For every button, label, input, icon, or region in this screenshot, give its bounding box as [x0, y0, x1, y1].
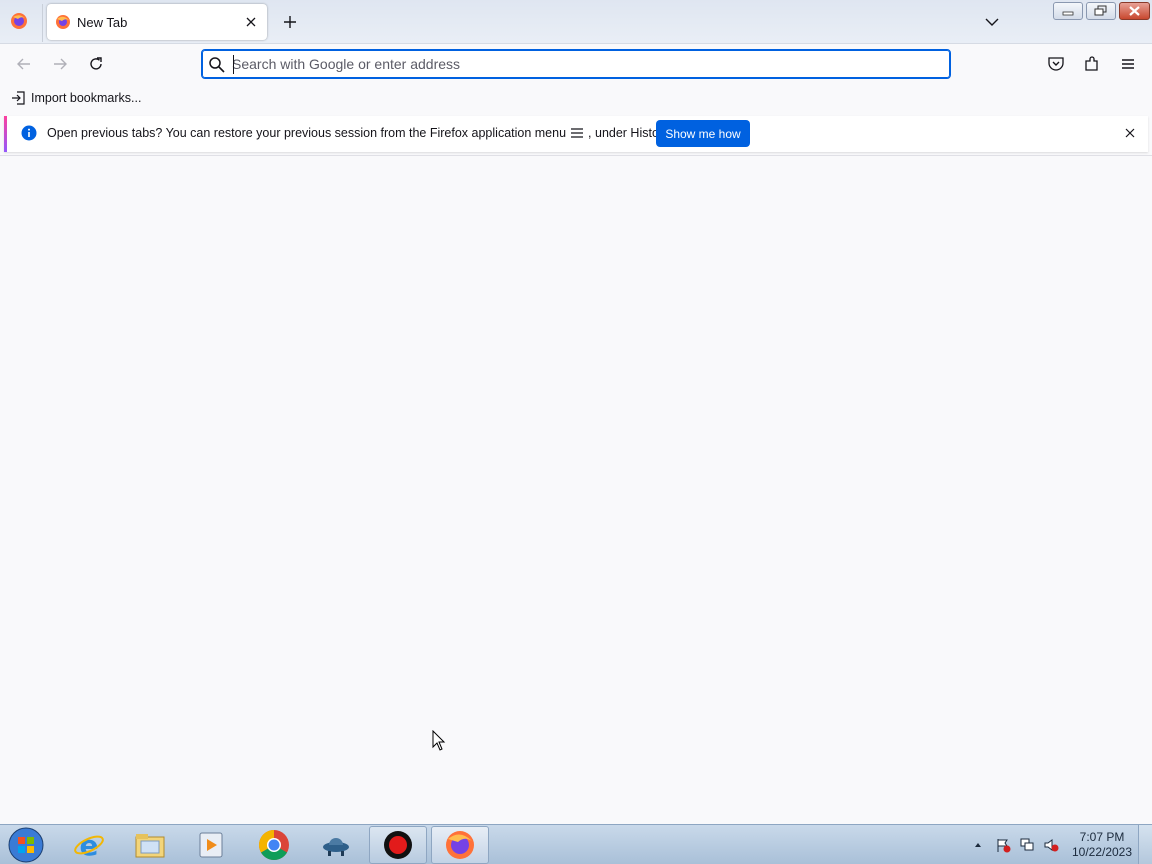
taskbar-recorder[interactable]	[369, 826, 427, 864]
app-menu-hamburger-icon	[571, 128, 584, 138]
taskbar-chrome[interactable]	[245, 826, 303, 864]
forward-arrow-icon[interactable]	[50, 54, 70, 74]
action-center-flag-icon[interactable]	[995, 837, 1011, 853]
show-me-how-button[interactable]: Show me how	[656, 120, 750, 147]
tab-new-tab[interactable]: New Tab	[47, 4, 267, 40]
reload-icon[interactable]	[86, 54, 106, 74]
close-window-icon	[1129, 6, 1140, 16]
close-tab-icon[interactable]	[241, 12, 261, 32]
session-restore-notification: Open previous tabs? You can restore your…	[4, 116, 1148, 152]
svg-text:e: e	[80, 829, 99, 861]
close-window-button[interactable]	[1119, 2, 1150, 20]
tab-strip: New Tab	[0, 0, 1152, 44]
list-all-tabs-chevron-icon[interactable]	[982, 12, 1002, 32]
search-icon	[209, 57, 225, 73]
info-icon	[21, 125, 37, 141]
address-input[interactable]	[232, 54, 932, 74]
text-caret	[233, 55, 234, 74]
show-hidden-icons-arrow-icon[interactable]	[970, 837, 986, 853]
hamburger-menu-icon[interactable]	[1118, 54, 1138, 74]
page-content[interactable]	[0, 155, 1152, 824]
network-icon[interactable]	[1019, 837, 1035, 853]
minimize-icon	[1062, 11, 1074, 16]
firefox-icon	[446, 831, 474, 859]
notification-message: Open previous tabs? You can restore your…	[47, 126, 672, 140]
new-tab-plus-icon[interactable]	[280, 12, 300, 32]
back-arrow-icon[interactable]	[14, 54, 34, 74]
media-player-icon	[199, 832, 223, 858]
taskbar-firefox[interactable]	[431, 826, 489, 864]
tab-separator	[42, 4, 43, 42]
import-bookmarks-button[interactable]: Import bookmarks...	[10, 89, 141, 107]
firefox-logo-icon[interactable]	[9, 11, 29, 31]
show-desktop-button[interactable]	[1138, 825, 1152, 864]
restore-window-button[interactable]	[1086, 2, 1116, 20]
taskbar-media-player[interactable]	[182, 826, 240, 864]
navigation-toolbar	[0, 44, 1152, 84]
volume-muted-icon[interactable]	[1043, 837, 1059, 853]
taskbar: e 7:07 PM 10/22/2023	[0, 824, 1152, 864]
taskbar-internet-explorer[interactable]: e	[60, 826, 118, 864]
record-icon	[384, 831, 412, 859]
firefox-favicon-icon	[56, 15, 70, 29]
close-notification-icon[interactable]	[1122, 125, 1138, 141]
clock-time: 7:07 PM	[1079, 830, 1125, 844]
taskbar-app[interactable]	[307, 826, 365, 864]
internet-explorer-icon: e	[74, 829, 104, 861]
notification-text-start: Open previous tabs? You can restore your…	[47, 126, 567, 140]
taskbar-file-explorer[interactable]	[121, 826, 179, 864]
pocket-icon[interactable]	[1046, 54, 1066, 74]
minimize-window-button[interactable]	[1053, 2, 1083, 20]
bookmarks-toolbar: Import bookmarks...	[0, 84, 1152, 112]
restore-icon	[1094, 5, 1107, 16]
start-button-icon[interactable]	[6, 826, 46, 864]
extensions-puzzle-icon[interactable]	[1082, 54, 1102, 74]
ufo-app-icon	[323, 838, 349, 856]
import-icon	[12, 91, 25, 105]
address-bar[interactable]	[201, 49, 951, 79]
system-clock[interactable]: 7:07 PM 10/22/2023	[1068, 830, 1136, 860]
clock-date: 10/22/2023	[1071, 845, 1133, 859]
chrome-icon	[258, 830, 289, 861]
folder-icon	[135, 834, 165, 858]
tab-title: New Tab	[77, 15, 128, 30]
import-bookmarks-label: Import bookmarks...	[31, 91, 142, 105]
mouse-cursor-icon	[432, 730, 446, 751]
